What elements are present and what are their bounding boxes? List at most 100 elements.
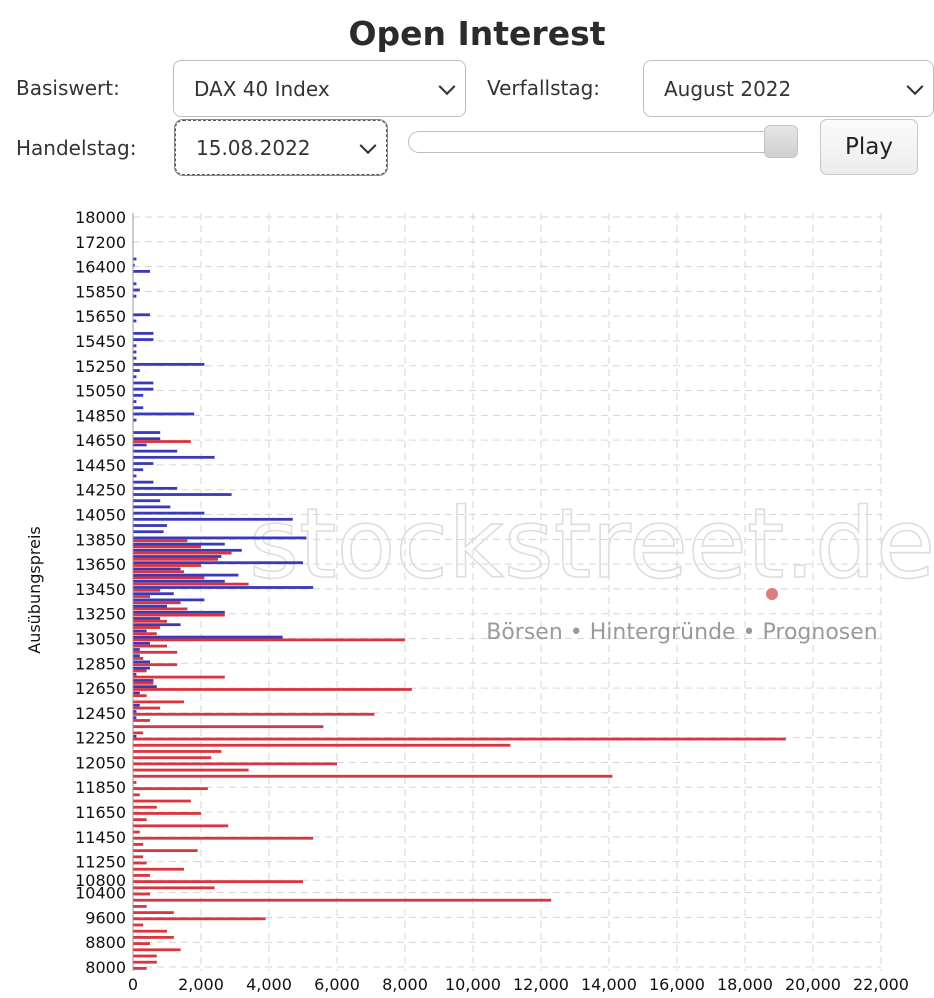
call-bar-13850	[133, 537, 306, 540]
call-bar-14250	[133, 487, 177, 490]
y-tick-label: 11450	[75, 828, 126, 847]
open-interest-chart: stockstreet.de Börsen • Hintergründe • P…	[0, 195, 934, 998]
y-tick-label: 17200	[75, 233, 126, 252]
put-bar-13250	[133, 614, 225, 617]
put-bar-13150	[133, 626, 160, 629]
x-tick-label: 18,000	[717, 975, 773, 994]
call-bar-12800	[133, 667, 150, 670]
put-bar-9200	[133, 930, 167, 933]
put-bar-12350	[133, 725, 323, 728]
put-bar-12600	[133, 694, 147, 697]
y-tick-label: 15650	[75, 307, 126, 326]
y-tick-label: 12250	[75, 729, 126, 748]
watermark: stockstreet.de Börsen • Hintergründe • P…	[249, 488, 934, 645]
put-bar-13200	[133, 620, 167, 623]
put-bar-12950	[133, 651, 177, 654]
call-bar-13600	[133, 568, 181, 571]
put-bar-13700	[133, 558, 218, 561]
call-bar-14300	[133, 481, 153, 484]
x-tick-label: 12,000	[513, 975, 569, 994]
put-bar-8400	[133, 955, 157, 958]
put-bar-8200	[133, 961, 157, 964]
call-bar-14550	[133, 450, 177, 453]
put-bar-10600	[133, 886, 215, 889]
put-bar-11450	[133, 837, 313, 840]
handelstag-select[interactable]: 15.08.2022	[175, 120, 387, 175]
call-bar-13550	[133, 574, 238, 577]
put-bar-12300	[133, 731, 143, 734]
y-tick-label: 12850	[75, 654, 126, 673]
y-tick-label: 12450	[75, 704, 126, 723]
y-tick-label: 15250	[75, 357, 126, 376]
y-tick-label: 15850	[75, 282, 126, 301]
call-bar-13500	[133, 580, 225, 583]
put-bar-13300	[133, 608, 187, 611]
date-slider-thumb[interactable]	[764, 125, 798, 158]
call-bar-13250	[133, 611, 225, 614]
y-tick-label: 14450	[75, 456, 126, 475]
x-tick-label: 6,000	[314, 975, 360, 994]
call-bar-15250	[133, 363, 204, 366]
put-bar-13400	[133, 595, 150, 598]
put-bar-13550	[133, 577, 204, 580]
call-bar-13000	[133, 642, 150, 645]
call-bar-16200	[133, 270, 150, 273]
put-bar-11350	[133, 849, 198, 852]
call-bar-12750	[133, 673, 136, 676]
y-tick-label: 10400	[75, 884, 126, 903]
call-bar-14000	[133, 518, 293, 521]
call-bar-15000	[133, 394, 143, 397]
put-bar-10800	[133, 880, 303, 883]
call-bar-13750	[133, 549, 242, 552]
put-bar-13500	[133, 583, 249, 586]
x-tick-label: 8,000	[382, 975, 428, 994]
call-bar-12900	[133, 654, 140, 657]
put-bar-11250	[133, 862, 147, 865]
y-tick-label: 12650	[75, 679, 126, 698]
call-bar-12650	[133, 685, 157, 688]
x-tick-label: 22,000	[853, 975, 909, 994]
y-tick-label: 14850	[75, 406, 126, 425]
y-tick-label: 11250	[75, 853, 126, 872]
put-bar-12900	[133, 657, 143, 660]
basiswert-label: Basiswert:	[16, 76, 120, 100]
y-tick-label: 13250	[75, 605, 126, 624]
date-slider-track[interactable]	[408, 131, 798, 153]
x-tick-label: 0	[128, 975, 138, 994]
call-bar-14800	[133, 419, 136, 422]
play-button[interactable]: Play	[820, 119, 918, 175]
call-bar-13950	[133, 524, 167, 527]
call-bar-14900	[133, 406, 143, 409]
y-tick-label: 9600	[85, 908, 126, 927]
call-bar-14200	[133, 493, 232, 496]
call-bar-14150	[133, 499, 160, 502]
call-bar-13650	[133, 561, 303, 564]
put-bar-9400	[133, 924, 143, 927]
call-bar-13150	[133, 623, 181, 626]
y-tick-label: 15050	[75, 382, 126, 401]
call-bar-12600	[133, 691, 140, 694]
call-bar-13050	[133, 636, 283, 639]
put-bar-12750	[133, 676, 225, 679]
verfallstag-select[interactable]: August 2022	[643, 60, 934, 117]
call-bar-14650	[133, 437, 160, 440]
call-bar-15900	[133, 282, 136, 285]
call-bar-12500	[133, 704, 140, 707]
call-bar-14350	[133, 475, 136, 478]
put-bar-11700	[133, 806, 157, 809]
put-bar-8800	[133, 942, 150, 945]
put-bar-12050	[133, 762, 337, 765]
put-bar-9800	[133, 911, 174, 914]
call-bar-12400	[133, 716, 136, 719]
basiswert-select[interactable]: DAX 40 Index	[173, 60, 466, 117]
put-bar-8000	[133, 967, 147, 970]
call-bar-12450	[133, 710, 136, 713]
call-bar-15600	[133, 320, 136, 323]
call-bar-15400	[133, 344, 136, 347]
chevron-down-icon	[360, 137, 377, 154]
x-axis-ticks: 02,0004,0006,0008,00010,00012,00014,0001…	[128, 975, 909, 994]
watermark-tagline: Börsen • Hintergründe • Prognosen	[486, 620, 878, 645]
put-bar-13350	[133, 601, 181, 604]
y-tick-label: 18000	[75, 208, 126, 227]
put-bar-12400	[133, 719, 150, 722]
